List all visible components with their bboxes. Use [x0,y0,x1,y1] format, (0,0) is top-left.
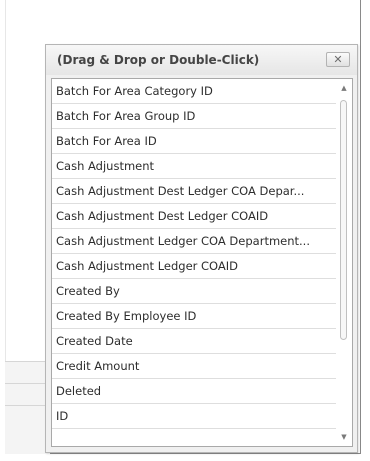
background-grid-strip [5,361,50,454]
field-list-item[interactable]: Created Date [52,329,337,354]
scroll-down-arrow-icon[interactable]: ▼ [336,430,352,444]
customization-window-title: (Drag & Drop or Double-Click) [57,53,260,67]
grid-divider [5,405,50,406]
field-list-item[interactable]: Cash Adjustment [52,154,337,179]
field-list-item[interactable]: Cash Adjustment Dest Ledger COAID [52,204,337,229]
close-button[interactable]: ✕ [326,52,350,67]
field-list-item[interactable]: Created By [52,279,337,304]
field-list-item[interactable]: Created By Employee ID [52,304,337,329]
grid-divider [5,383,50,384]
field-list-items: Batch For Area Category ID Batch For Area… [52,79,337,429]
field-list-item[interactable]: Batch For Area ID [52,129,337,154]
field-list-item[interactable]: Batch For Area Category ID [52,79,337,104]
field-list-item[interactable]: Cash Adjustment Dest Ledger COA Depar... [52,179,337,204]
customization-window[interactable]: (Drag & Drop or Double-Click) ✕ Batch Fo… [45,44,358,453]
field-list-item[interactable]: Batch For Area Group ID [52,104,337,129]
close-icon: ✕ [333,53,343,66]
scroll-up-arrow-icon[interactable]: ▲ [336,81,352,95]
customization-window-header[interactable]: (Drag & Drop or Double-Click) ✕ [46,45,357,75]
field-list-item[interactable]: Cash Adjustment Ledger COAID [52,254,337,279]
vertical-scrollbar[interactable]: ▲ ▼ [336,79,352,446]
field-list-item[interactable]: ID [52,404,337,429]
field-list-item[interactable]: Credit Amount [52,354,337,379]
screen: (Drag & Drop or Double-Click) ✕ Batch Fo… [0,0,370,461]
field-list-item[interactable]: Cash Adjustment Ledger COA Department... [52,229,337,254]
field-list[interactable]: Batch For Area Category ID Batch For Area… [51,78,353,447]
field-list-item[interactable]: Deleted [52,379,337,404]
scroll-thumb[interactable] [340,100,347,340]
